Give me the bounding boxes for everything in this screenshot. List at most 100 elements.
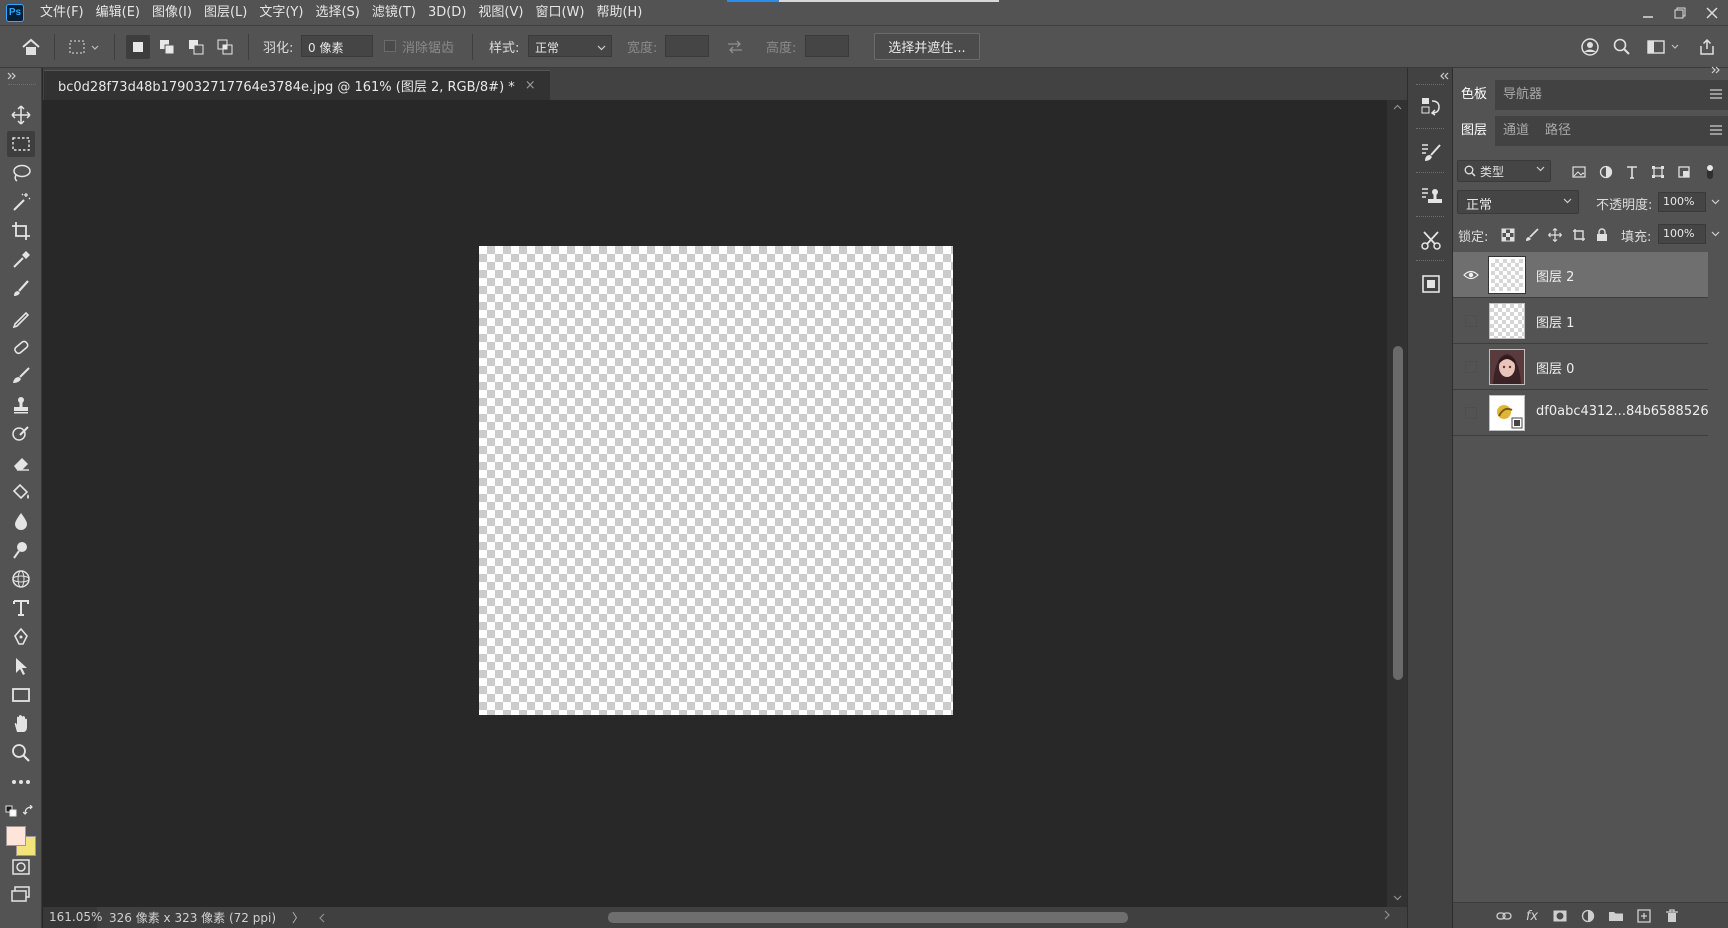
eraser-tool[interactable] [7, 450, 35, 476]
swap-dimensions-button[interactable] [723, 35, 747, 59]
dodge-tool[interactable] [7, 537, 35, 563]
layer-row[interactable]: 图层 1 [1453, 298, 1708, 344]
rectangular-marquee-tool[interactable] [7, 131, 35, 157]
menu-layer[interactable]: 图层(L) [198, 0, 253, 26]
rectangle-tool[interactable] [7, 682, 35, 708]
close-window-button[interactable] [1696, 0, 1728, 26]
delete-layer-button[interactable] [1663, 907, 1681, 925]
share-button[interactable] [1695, 35, 1719, 59]
pen-tool[interactable] [7, 624, 35, 650]
height-input[interactable] [805, 35, 849, 57]
minimize-button[interactable] [1632, 0, 1664, 26]
tool-preset-picker[interactable] [66, 35, 104, 59]
menu-select[interactable]: 选择(S) [309, 0, 365, 26]
close-tab-icon[interactable]: × [525, 78, 536, 93]
add-selection-button[interactable] [155, 35, 179, 59]
layer-row[interactable]: 图层 2 [1453, 252, 1708, 298]
new-layer-button[interactable] [1635, 907, 1653, 925]
blur-tool[interactable] [7, 508, 35, 534]
add-mask-button[interactable] [1551, 907, 1569, 925]
menu-view[interactable]: 视图(V) [472, 0, 529, 26]
layer-row[interactable]: df0abc4312...84b6588526 [1453, 390, 1709, 436]
workspace-switcher[interactable] [1644, 35, 1684, 59]
filter-toggle-switch[interactable] [1701, 163, 1719, 181]
antialias-checkbox[interactable] [384, 40, 396, 52]
link-layers-button[interactable] [1495, 907, 1513, 925]
menu-help[interactable]: 帮助(H) [590, 0, 648, 26]
history-panel-button[interactable] [1417, 92, 1445, 120]
tab-swatches[interactable]: 色板 [1453, 80, 1496, 110]
intersect-selection-button[interactable] [213, 35, 237, 59]
tab-channels[interactable]: 通道 [1495, 116, 1537, 146]
default-colors-icon[interactable] [5, 805, 17, 817]
properties-panel-button[interactable] [1417, 270, 1445, 298]
transparent-canvas[interactable] [479, 246, 953, 715]
menu-edit[interactable]: 编辑(E) [90, 0, 146, 26]
history-brush-tool[interactable] [7, 421, 35, 447]
type-tool[interactable] [7, 595, 35, 621]
new-group-button[interactable] [1607, 907, 1625, 925]
collapse-double-arrow-icon[interactable] [7, 72, 17, 80]
zoom-level-field[interactable]: 161.05% [43, 907, 102, 928]
home-button[interactable] [19, 35, 43, 59]
layer-style-button[interactable]: fx [1523, 907, 1541, 925]
menu-filter[interactable]: 滤镜(T) [366, 0, 422, 26]
blend-mode-select[interactable]: 正常 [1457, 190, 1579, 214]
magic-wand-tool[interactable] [7, 189, 35, 215]
new-selection-button[interactable] [126, 35, 150, 59]
layer-visibility-toggle[interactable] [1461, 357, 1481, 377]
filter-smart-object-button[interactable] [1675, 163, 1693, 181]
layer-visibility-toggle[interactable] [1461, 265, 1481, 285]
scroll-left-icon[interactable] [318, 913, 326, 923]
tab-navigator[interactable]: 导航器 [1495, 80, 1550, 110]
lock-artboard-button[interactable] [1570, 226, 1588, 244]
fill-input[interactable]: 100% [1658, 224, 1706, 244]
expand-panels-icon[interactable] [1439, 72, 1449, 80]
opacity-input[interactable]: 100% [1658, 192, 1706, 212]
mixer-brush-tool[interactable] [7, 363, 35, 389]
foreground-color-swatch[interactable] [6, 826, 26, 846]
status-menu-arrow[interactable]: 〉 [292, 909, 304, 926]
eyedropper-tool[interactable] [7, 247, 35, 273]
photoshop-logo-icon[interactable]: Ps [6, 3, 24, 22]
screen-mode-button[interactable] [7, 881, 35, 907]
layer-row[interactable]: 图层 0 [1453, 344, 1708, 390]
brush-settings-button[interactable] [1417, 138, 1445, 166]
filter-adjustment-button[interactable] [1597, 163, 1615, 181]
lock-pixels-button[interactable] [1523, 226, 1541, 244]
lock-all-button[interactable] [1593, 226, 1611, 244]
select-and-mask-button[interactable]: 选择并遮住... [874, 33, 980, 60]
width-input[interactable] [665, 35, 709, 57]
subtract-selection-button[interactable] [184, 35, 208, 59]
swap-colors-icon[interactable] [23, 805, 35, 817]
filter-type-button[interactable] [1623, 163, 1641, 181]
scroll-up-icon[interactable] [1393, 104, 1402, 110]
scroll-right-icon[interactable] [1383, 910, 1391, 920]
lock-transparent-button[interactable] [1499, 226, 1517, 244]
tab-layers[interactable]: 图层 [1453, 116, 1496, 146]
menu-type[interactable]: 文字(Y) [253, 0, 309, 26]
filter-pixel-button[interactable] [1570, 163, 1588, 181]
crop-tool[interactable] [7, 218, 35, 244]
clone-stamp-tool[interactable] [7, 392, 35, 418]
restore-button[interactable] [1664, 0, 1696, 26]
tab-paths[interactable]: 路径 [1537, 116, 1579, 146]
hand-tool[interactable] [7, 711, 35, 737]
path-selection-tool[interactable] [7, 653, 35, 679]
style-select[interactable]: 正常 [528, 35, 612, 57]
opacity-dropdown[interactable] [1709, 196, 1721, 208]
horizontal-scroll-thumb[interactable] [608, 912, 1128, 923]
edit-toolbar-button[interactable] [7, 769, 35, 795]
healing-brush-tool[interactable] [7, 334, 35, 360]
new-adjustment-layer-button[interactable] [1579, 907, 1597, 925]
vertical-scrollbar[interactable] [1387, 100, 1407, 907]
menu-file[interactable]: 文件(F) [34, 0, 90, 26]
share-cloud-button[interactable] [1578, 35, 1602, 59]
brush-tool[interactable] [7, 276, 35, 302]
clone-source-button[interactable] [1417, 182, 1445, 210]
zoom-tool[interactable] [7, 740, 35, 766]
feather-input[interactable]: 0 像素 [301, 35, 373, 57]
fill-dropdown[interactable] [1709, 228, 1721, 240]
pencil-tool[interactable] [7, 305, 35, 331]
lock-position-button[interactable] [1546, 226, 1564, 244]
